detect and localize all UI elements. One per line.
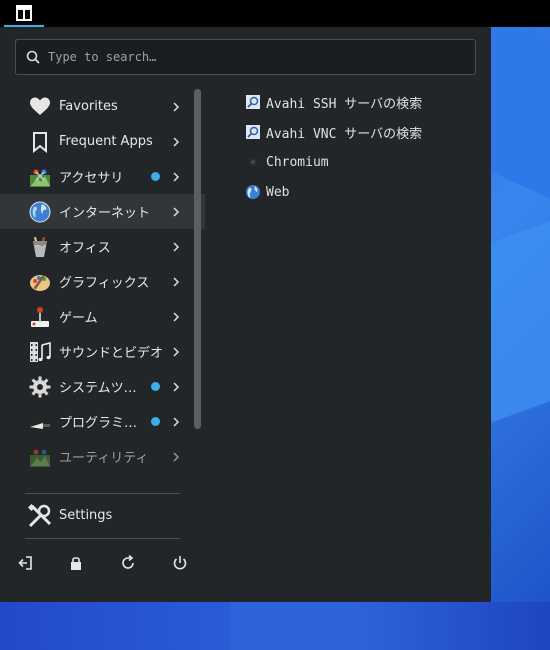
category-label: アクセサリ [59,171,124,186]
app-chromium[interactable]: Chromium [240,149,480,175]
taskbar [0,0,550,27]
chevron-right-icon [170,381,182,393]
category-scrollbar[interactable] [194,89,201,429]
category-label: Frequent Apps [59,134,153,149]
chevron-right-icon [170,171,182,183]
logout-button[interactable] [17,555,35,573]
accessories-icon [28,165,52,189]
category-internet[interactable]: インターネット [0,194,205,229]
power-icon [173,556,187,570]
chevron-right-icon [170,276,182,288]
tools-icon [27,503,53,529]
search-icon [26,50,40,64]
gear-icon [28,375,52,399]
settings-button[interactable]: Settings [0,499,205,533]
chevron-right-icon [170,311,182,323]
lock-icon [71,557,81,570]
utilities-icon [28,445,52,469]
category-sound-video[interactable]: サウンドとビデオ [0,334,205,369]
network-search-icon [245,94,261,110]
wallpaper-shape [491,11,550,209]
network-search-icon [245,124,261,140]
app-web[interactable]: Web [240,179,480,205]
search-box[interactable] [15,39,476,75]
category-label: サウンドとビデオ [59,346,164,361]
category-favorites[interactable]: Favorites [0,89,205,124]
search-input[interactable] [48,50,475,64]
restart-icon [122,554,134,569]
joystick-icon [28,305,52,329]
chevron-right-icon [170,136,182,148]
category-label: Favorites [59,99,118,114]
application-menu: Favorites Frequent Apps アクセサリ インターネット [0,27,491,602]
app-label: Web [266,184,290,200]
chevron-right-icon [170,416,182,428]
category-utilities[interactable]: ユーティリティ [0,439,205,474]
film-music-icon [28,340,52,364]
web-browser-icon [245,184,261,200]
wallpaper-shape [230,602,350,650]
divider [25,493,180,494]
new-apps-indicator [151,172,160,181]
category-label: インターネット [59,206,151,221]
category-label: システムツ… [59,381,137,396]
shutdown-button[interactable] [172,555,190,573]
palette-icon [28,270,52,294]
wallpaper-shape [491,217,550,423]
app-label: Avahi SSH サーバの検索 [266,96,423,112]
trowel-icon [28,410,52,434]
category-label: プログラミ… [59,416,138,431]
category-games[interactable]: ゲーム [0,299,205,334]
chevron-right-icon [170,346,182,358]
chevron-right-icon [170,206,182,218]
logout-icon [18,556,32,570]
category-office[interactable]: オフィス [0,229,205,264]
app-avahi-ssh[interactable]: Avahi SSH サーバの検索 [240,89,480,115]
new-apps-indicator [151,382,160,391]
category-list: Favorites Frequent Apps アクセサリ インターネット オフ… [0,89,205,489]
app-avahi-vnc[interactable]: Avahi VNC サーバの検索 [240,119,480,145]
application-launcher-button[interactable] [4,0,44,27]
office-icon [28,235,52,259]
chevron-right-icon [170,101,182,113]
category-label: ゲーム [59,311,98,326]
chevron-right-icon [170,241,182,253]
app-label: Chromium [266,154,329,170]
divider [25,538,180,539]
category-graphics[interactable]: グラフィックス [0,264,205,299]
lock-button[interactable] [68,555,86,573]
category-label: グラフィックス [59,276,150,291]
chevron-right-icon [170,451,182,463]
application-menu-icon [16,4,32,21]
settings-label: Settings [59,508,113,523]
app-label: Avahi VNC サーバの検索 [266,126,423,142]
category-label: ユーティリティ [59,451,149,466]
category-system-tools[interactable]: システムツ… [0,369,205,404]
category-label: オフィス [59,241,111,256]
new-apps-indicator [151,417,160,426]
bookmark-icon [28,130,52,154]
category-programming[interactable]: プログラミ… [0,404,205,439]
category-accessories[interactable]: アクセサリ [0,159,205,194]
heart-icon [28,95,52,119]
category-frequent-apps[interactable]: Frequent Apps [0,124,205,159]
globe-icon [28,200,52,224]
restart-button[interactable] [120,554,138,573]
chromium-icon [245,154,261,170]
